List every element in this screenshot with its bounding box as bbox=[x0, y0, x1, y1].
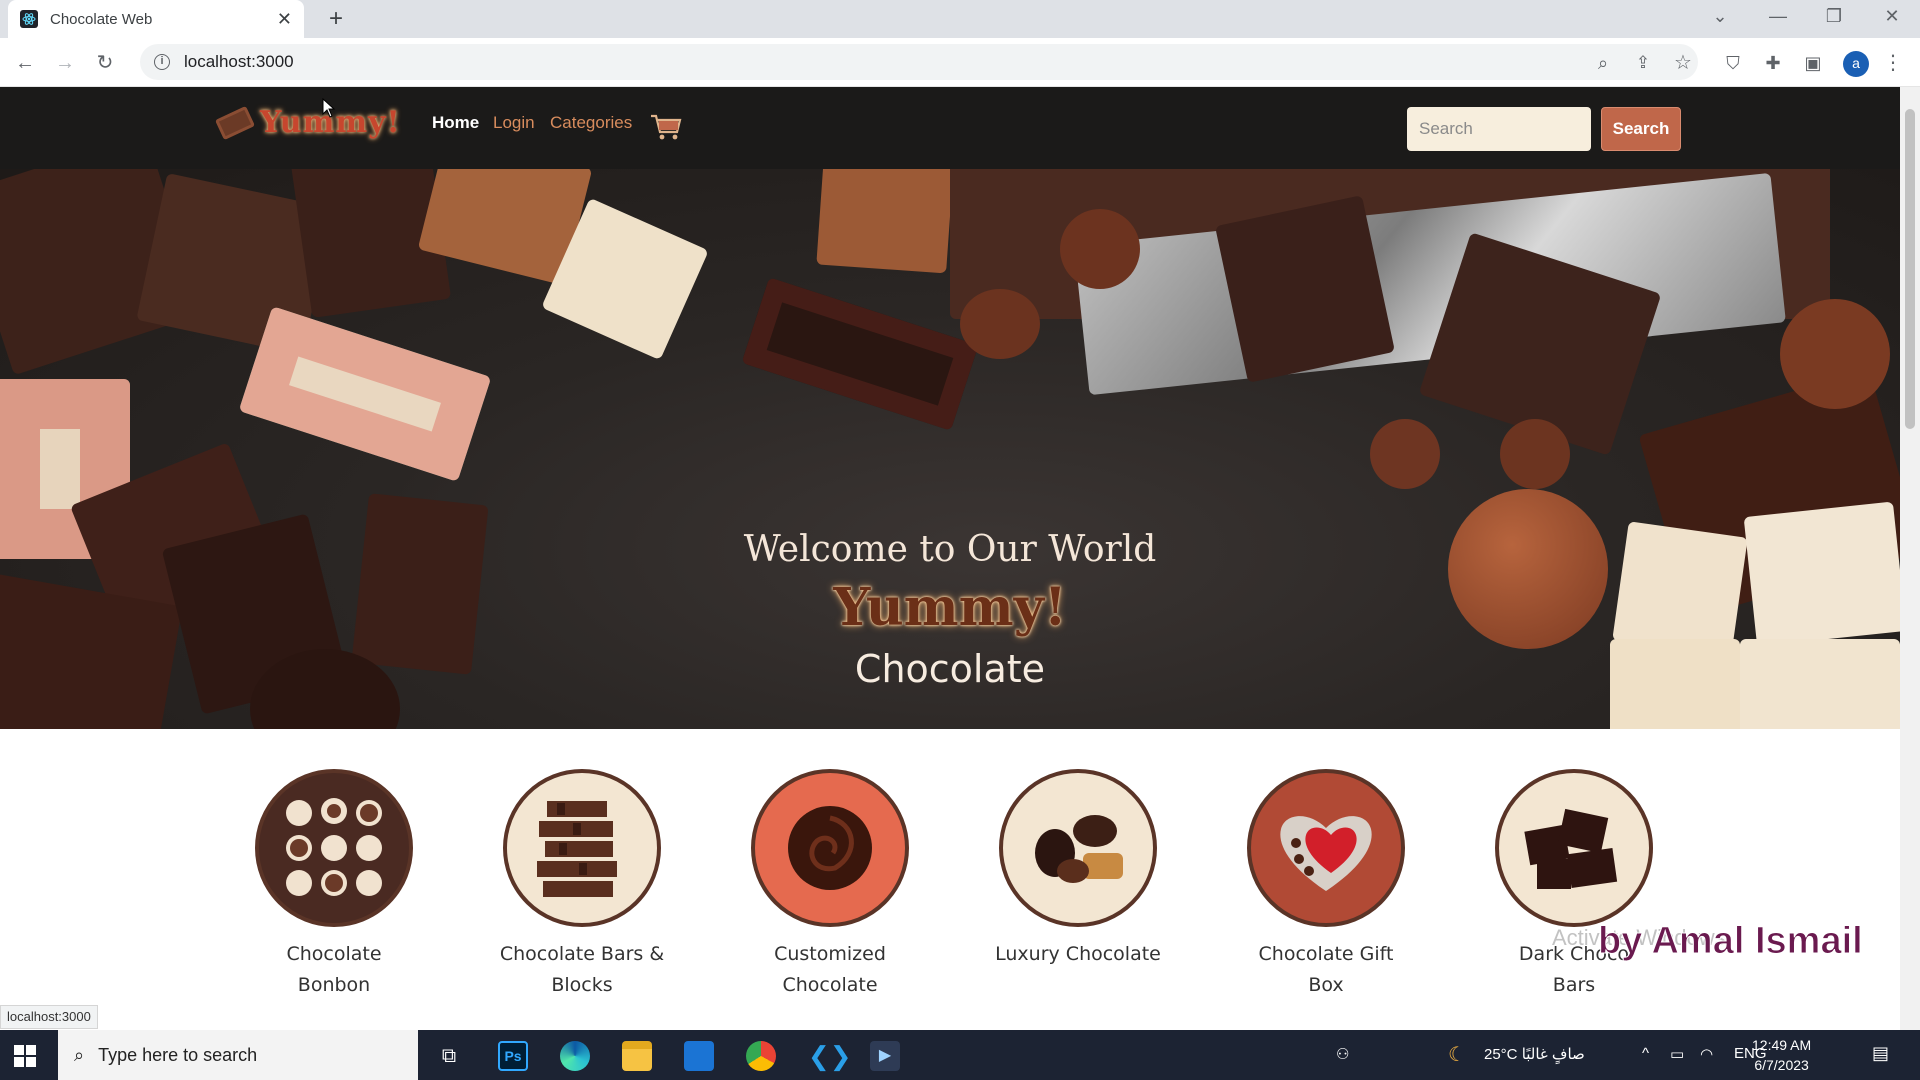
hero-brand-text: Yummy! bbox=[833, 577, 1067, 638]
chocolate-ball-image bbox=[1780, 299, 1890, 409]
photoshop-icon[interactable]: Ps bbox=[498, 1041, 528, 1071]
browser-menu-icon[interactable]: ⋮ bbox=[1880, 50, 1906, 76]
strawberry-bar-image bbox=[238, 306, 492, 482]
page-viewport: Yummy! Home Login Categories Search Sear… bbox=[0, 87, 1900, 1030]
bonbon-image bbox=[255, 769, 413, 927]
category-label: Chocolate bbox=[782, 974, 878, 996]
category-list: Chocolate Bonbon Chocolate Bars & Blocks bbox=[0, 729, 1900, 1030]
status-url-bubble: localhost:3000 bbox=[0, 1005, 98, 1029]
luxury-chocolate-image bbox=[999, 769, 1157, 927]
category-label: Box bbox=[1308, 974, 1344, 996]
browser-toolbar: ← → ↻ i localhost:3000 ⌕ ⇪ ☆ ⛉ ✚ ▣ a ⋮ bbox=[0, 38, 1920, 87]
category-label: Bonbon bbox=[297, 974, 371, 996]
taskbar-search-box[interactable]: ⌕ Type here to search bbox=[58, 1030, 418, 1080]
chocolate-rose-image bbox=[751, 769, 909, 927]
chocolate-ball-image bbox=[960, 289, 1040, 359]
extensions-puzzle-icon[interactable]: ✚ bbox=[1760, 50, 1786, 76]
minimize-icon[interactable]: — bbox=[1758, 6, 1798, 27]
zoom-icon[interactable]: ⌕ bbox=[1590, 50, 1616, 76]
category-label: Blocks bbox=[551, 974, 613, 996]
category-item-luxury[interactable]: Luxury Chocolate bbox=[978, 769, 1178, 970]
milk-chocolate-image bbox=[816, 169, 954, 274]
category-item-customized[interactable]: Customized Chocolate bbox=[730, 769, 930, 1001]
wifi-icon[interactable]: ◠ bbox=[1700, 1045, 1713, 1063]
edge-browser-icon[interactable] bbox=[560, 1041, 590, 1071]
dark-chocolate-image bbox=[1495, 769, 1653, 927]
page-scrollbar[interactable] bbox=[1900, 87, 1920, 1030]
chocolate-bars-image bbox=[503, 769, 661, 927]
back-arrow-icon[interactable]: ← bbox=[12, 50, 38, 76]
category-label: Customized bbox=[774, 943, 886, 965]
weather-icon: ☾ bbox=[1448, 1044, 1466, 1066]
shield-extension-icon[interactable]: ⛉ bbox=[1720, 50, 1746, 76]
profile-avatar[interactable]: a bbox=[1843, 51, 1869, 77]
tray-chevron-icon[interactable]: ^ bbox=[1642, 1045, 1649, 1062]
author-byline: by Amal Ismail bbox=[1598, 920, 1864, 963]
notification-icon[interactable]: ▤ bbox=[1872, 1043, 1889, 1064]
bookmark-star-icon[interactable]: ☆ bbox=[1670, 50, 1696, 76]
search-icon: ⌕ bbox=[74, 1044, 85, 1065]
browser-tab[interactable]: Chocolate Web ✕ bbox=[8, 0, 304, 38]
file-explorer-icon[interactable] bbox=[622, 1041, 652, 1071]
site-logo[interactable]: Yummy! bbox=[214, 105, 401, 140]
vscode-icon[interactable]: ❮❯ bbox=[808, 1041, 852, 1071]
scrollbar-thumb[interactable] bbox=[1905, 109, 1915, 429]
new-tab-button[interactable]: + bbox=[322, 6, 350, 34]
windows-start-icon[interactable] bbox=[14, 1045, 36, 1067]
category-item-bars-blocks[interactable]: Chocolate Bars & Blocks bbox=[482, 769, 682, 1001]
terminal-app-icon[interactable]: ▶ bbox=[870, 1041, 900, 1071]
nav-categories-link[interactable]: Categories bbox=[550, 113, 632, 133]
people-icon[interactable]: ⚇ bbox=[1336, 1045, 1349, 1063]
clock-date: 6/7/2023 bbox=[1754, 1057, 1809, 1073]
chocolate-bar-icon bbox=[214, 105, 256, 140]
shopping-cart-icon[interactable] bbox=[650, 113, 682, 141]
tab-search-chevron-icon[interactable]: ⌄ bbox=[1700, 6, 1740, 27]
tab-close-icon[interactable]: ✕ bbox=[277, 9, 292, 30]
task-view-icon[interactable]: ⧉ bbox=[434, 1041, 464, 1071]
network-icon[interactable]: ▭ bbox=[1670, 1045, 1684, 1063]
hero-subtitle: Chocolate bbox=[854, 647, 1046, 691]
share-icon[interactable]: ⇪ bbox=[1630, 50, 1656, 76]
close-window-icon[interactable]: ✕ bbox=[1872, 6, 1912, 27]
fruit-bar-image bbox=[741, 277, 979, 431]
hero-banner: Welcome to Our World Yummy! Chocolate bbox=[0, 169, 1900, 729]
search-input[interactable] bbox=[1407, 107, 1591, 151]
side-panel-icon[interactable]: ▣ bbox=[1800, 50, 1826, 76]
browser-tab-bar: Chocolate Web ✕ + ⌄ — ❐ ✕ bbox=[0, 0, 1920, 38]
nav-login-link[interactable]: Login bbox=[493, 113, 535, 133]
mail-icon[interactable] bbox=[684, 1041, 714, 1071]
site-info-icon[interactable]: i bbox=[154, 54, 170, 70]
reload-icon[interactable]: ↻ bbox=[92, 50, 118, 76]
category-item-gift-box[interactable]: Chocolate Gift Box bbox=[1226, 769, 1426, 1001]
chocolate-ball-image bbox=[1370, 419, 1440, 489]
clock-time: 12:49 AM bbox=[1752, 1037, 1812, 1053]
category-item-bonbon[interactable]: Chocolate Bonbon bbox=[234, 769, 434, 1001]
chrome-icon[interactable] bbox=[746, 1041, 776, 1071]
restore-icon[interactable]: ❐ bbox=[1814, 6, 1854, 27]
nav-home-link[interactable]: Home bbox=[432, 113, 479, 133]
category-label: Chocolate Bars & bbox=[499, 943, 665, 965]
forward-arrow-icon[interactable]: → bbox=[52, 50, 78, 76]
chocolate-ball-image bbox=[1060, 209, 1140, 289]
taskbar-clock[interactable]: 12:49 AM 6/7/2023 bbox=[1752, 1035, 1811, 1075]
category-label: Luxury Chocolate bbox=[995, 943, 1161, 965]
address-url: localhost:3000 bbox=[184, 52, 294, 71]
search-button[interactable]: Search bbox=[1601, 107, 1681, 151]
taskbar-search-text: Type here to search bbox=[98, 1044, 258, 1065]
chocolate-ball-image bbox=[1500, 419, 1570, 489]
category-label: Chocolate Gift bbox=[1258, 943, 1394, 965]
site-navbar: Yummy! Home Login Categories Search bbox=[0, 87, 1900, 169]
category-label: Chocolate bbox=[286, 943, 382, 965]
category-label: Bars bbox=[1552, 974, 1596, 996]
mouse-cursor-icon bbox=[322, 98, 336, 118]
react-favicon-icon bbox=[20, 10, 38, 28]
windows-taskbar: ⌕ Type here to search ⧉ Ps ❮❯ ▶ ⚇ ☾ 25°C… bbox=[0, 1030, 1920, 1080]
weather-text[interactable]: 25°C صافٍ غالبًا bbox=[1484, 1045, 1585, 1063]
gift-box-image bbox=[1247, 769, 1405, 927]
tab-title: Chocolate Web bbox=[50, 10, 153, 28]
hero-welcome-text: Welcome to Our World bbox=[743, 529, 1157, 570]
address-bar[interactable]: i localhost:3000 bbox=[140, 44, 1698, 80]
category-item-dark-bars[interactable]: Dark Choco Bars bbox=[1474, 769, 1674, 1001]
